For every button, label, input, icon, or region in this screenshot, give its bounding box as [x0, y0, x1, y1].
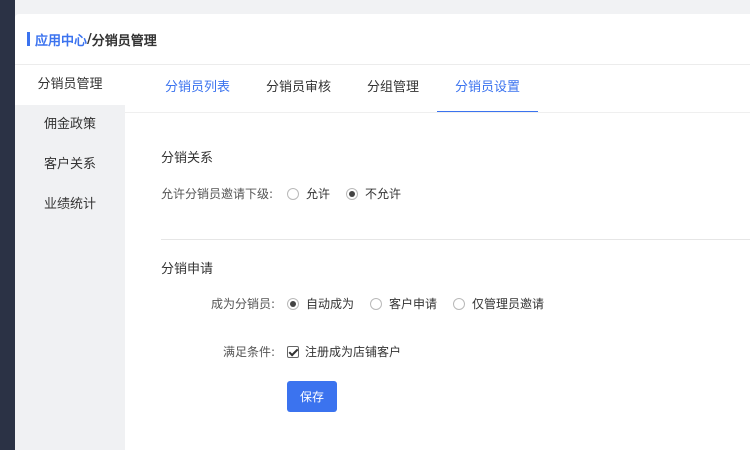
section-divider: [161, 239, 750, 240]
tab-bar: 分销员列表 分销员审核 分组管理 分销员设置: [147, 65, 539, 113]
breadcrumb-accent-bar: [27, 32, 30, 46]
radio-label-admin-invite: 仅管理员邀请: [472, 297, 545, 311]
sidebar: 分销员管理 佣金政策 客户关系 业绩统计: [15, 65, 125, 450]
radio-option-disallow[interactable]: 不允许: [346, 185, 401, 202]
condition-label: 满足条件:: [223, 345, 276, 359]
tab-distributor-list[interactable]: 分销员列表: [147, 65, 248, 113]
breadcrumb: 应用中心 / 分销员管理: [27, 30, 157, 49]
radio-label-disallow: 不允许: [365, 187, 402, 201]
breadcrumb-current: 分销员管理: [91, 33, 157, 49]
radio-option-admin-invite[interactable]: 仅管理员邀请: [453, 295, 544, 312]
radio-auto[interactable]: [287, 297, 299, 310]
save-button[interactable]: 保存: [287, 381, 337, 412]
condition-checkbox-group[interactable]: 注册成为店铺客户: [287, 343, 401, 360]
invite-label: 允许分销员邀请下级:: [161, 187, 274, 201]
become-distributor-label: 成为分销员:: [211, 297, 276, 311]
breadcrumb-link-app-center[interactable]: 应用中心: [35, 30, 87, 49]
tab-group-management[interactable]: 分组管理: [349, 65, 437, 113]
tabs-divider: [125, 112, 750, 113]
sidebar-item-customer-relations[interactable]: 客户关系: [15, 145, 125, 185]
tab-distributor-review[interactable]: 分销员审核: [248, 65, 349, 113]
radio-option-allow[interactable]: 允许: [287, 185, 330, 202]
radio-allow[interactable]: [287, 187, 299, 200]
checkbox-label-register: 注册成为店铺客户: [305, 345, 402, 359]
radio-label-customer-apply: 客户申请: [389, 297, 438, 311]
radio-admin-invite[interactable]: [453, 297, 466, 310]
radio-label-allow: 允许: [306, 187, 331, 201]
invite-radio-group: 允许 不允许: [287, 185, 417, 202]
radio-label-auto: 自动成为: [306, 297, 355, 311]
section-title-distribution-application: 分销申请: [161, 262, 214, 277]
sidebar-item-commission-policy[interactable]: 佣金政策: [15, 105, 125, 145]
radio-option-auto[interactable]: 自动成为: [287, 295, 354, 312]
sidebar-item-performance-stats[interactable]: 业绩统计: [15, 185, 125, 225]
radio-disallow[interactable]: [346, 187, 359, 200]
register-store-customer-checkbox[interactable]: [287, 345, 299, 358]
tab-distributor-settings[interactable]: 分销员设置: [437, 65, 539, 113]
section-title-distribution-relation: 分销关系: [161, 151, 214, 166]
main-panel: 应用中心 / 分销员管理 分销员管理 佣金政策 客户关系 业绩统计 分销员列表 …: [15, 14, 750, 450]
sidebar-item-distributor-management[interactable]: 分销员管理: [15, 65, 125, 105]
radio-customer-apply[interactable]: [370, 297, 383, 310]
radio-option-customer-apply[interactable]: 客户申请: [370, 295, 437, 312]
become-radio-group: 自动成为 客户申请 仅管理员邀请: [287, 295, 560, 312]
left-edge-strip: [0, 0, 15, 450]
